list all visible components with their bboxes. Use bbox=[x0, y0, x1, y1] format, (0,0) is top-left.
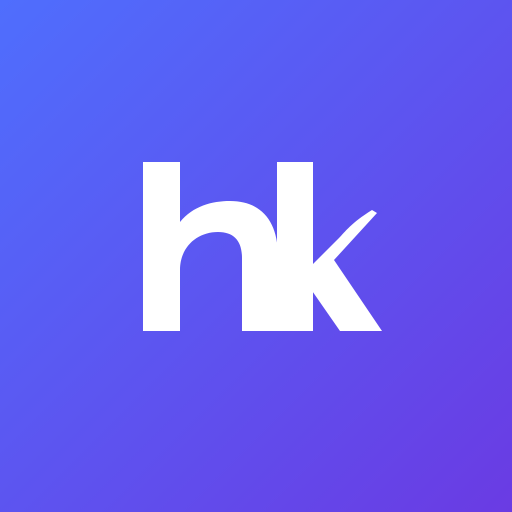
monogram-logo bbox=[0, 0, 512, 512]
app-icon-tile bbox=[0, 0, 512, 512]
